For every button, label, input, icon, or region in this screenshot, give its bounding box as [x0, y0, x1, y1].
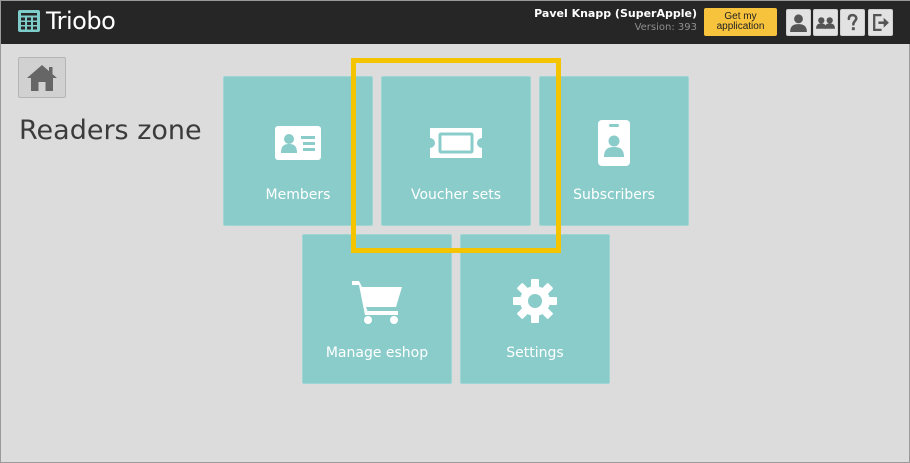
- help-icon: [847, 13, 858, 31]
- tile-settings-label: Settings: [506, 345, 564, 361]
- users-button[interactable]: [813, 9, 838, 36]
- help-button[interactable]: [840, 9, 865, 36]
- logo-text: Triobo: [46, 7, 116, 35]
- logo-icon: [18, 10, 40, 32]
- user-icon: [790, 14, 807, 32]
- tile-members[interactable]: Members: [223, 76, 373, 226]
- top-bar: Triobo Pavel Knapp (SuperApple) Version:…: [1, 1, 910, 44]
- home-icon: [27, 64, 57, 91]
- home-button[interactable]: [18, 57, 66, 98]
- page-title: Readers zone: [19, 115, 202, 146]
- logout-icon: [873, 13, 889, 32]
- users-icon: [816, 17, 835, 29]
- tile-voucher-sets[interactable]: Voucher sets: [381, 76, 531, 226]
- tile-settings[interactable]: Settings: [460, 234, 610, 384]
- user-profile-button[interactable]: [786, 9, 811, 36]
- tile-subscribers-label: Subscribers: [573, 187, 655, 203]
- user-name: Pavel Knapp (SuperApple): [534, 7, 697, 20]
- cart-icon: [352, 281, 402, 324]
- version-value: 393: [677, 22, 697, 33]
- badge-icon: [598, 120, 630, 166]
- get-my-application-button[interactable]: Get my application: [704, 8, 777, 36]
- voucher-icon: [430, 128, 482, 158]
- tile-subscribers[interactable]: Subscribers: [539, 76, 689, 226]
- tile-manage-eshop-label: Manage eshop: [325, 345, 429, 361]
- member-card-icon: [275, 126, 321, 160]
- tile-manage-eshop[interactable]: Manage eshop: [302, 234, 452, 384]
- tile-voucher-sets-label: Voucher sets: [410, 187, 501, 203]
- user-info: Pavel Knapp (SuperApple) Version: 393: [534, 7, 697, 35]
- version-label: Version:: [634, 22, 675, 33]
- tile-members-label: Members: [265, 187, 331, 203]
- get-app-line2: application: [716, 21, 765, 32]
- app-logo[interactable]: Triobo: [17, 7, 116, 35]
- logout-button[interactable]: [868, 9, 893, 36]
- gear-icon: [513, 279, 557, 323]
- version-info: Version: 393: [534, 21, 697, 35]
